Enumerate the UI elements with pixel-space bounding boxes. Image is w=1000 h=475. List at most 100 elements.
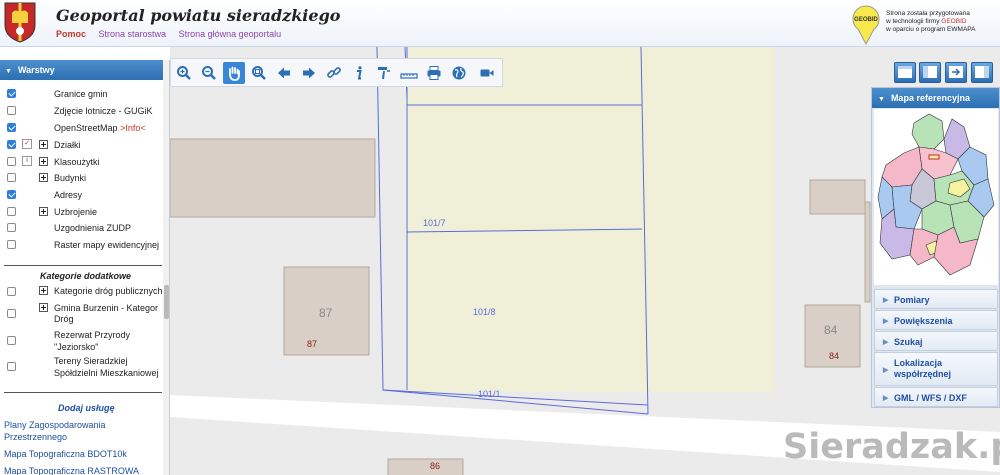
geobid-logo: GEOBID [852, 5, 880, 45]
layers-header[interactable]: ▼ Warstwy [0, 60, 163, 80]
building-number-84: 84 [824, 323, 838, 337]
building-right-edge[interactable] [864, 201, 871, 303]
expand-plus-icon[interactable] [39, 140, 48, 149]
header-nav: Pomoc Strona starostwa Strona główna geo… [56, 29, 291, 39]
expand-arrow-icon: ▶ [883, 318, 889, 325]
section-gml-wfs-dxf[interactable]: ▶ GML / WFS / DXF [874, 387, 998, 407]
expand-arrow-icon: ▶ [883, 395, 889, 402]
layer-label-line-1: Rezerwat Przyrody [54, 330, 131, 340]
collapse-triangle-icon: ▼ [878, 96, 885, 103]
section-lokalizacja[interactable]: ▶ Lokalizacja współrzędnej [874, 352, 998, 386]
help-link[interactable]: Pomoc [56, 29, 86, 39]
section-label: GML / WFS / DXF [894, 393, 967, 403]
credits-line-1: Strona została przygotowana [886, 10, 970, 17]
ref-current-view-marker [928, 154, 940, 160]
layer-label-line-1: Gmina Burzenin - Kategor [54, 303, 159, 313]
credits-line-2: w technologii firmy GEOBID [886, 18, 975, 26]
layer-label: Zdjęcie lotnicze - GUGiK [54, 106, 153, 116]
scrollbar-thumb[interactable] [164, 285, 169, 319]
reference-map[interactable] [874, 109, 998, 285]
checkbox[interactable] [7, 140, 16, 149]
section-pomiary[interactable]: ▶ Pomiary [874, 289, 998, 309]
layout-full-icon[interactable] [894, 62, 916, 83]
layer-label: Adresy [54, 190, 83, 200]
expand-plus-icon[interactable] [39, 207, 48, 216]
camera-icon[interactable] [476, 62, 498, 84]
parcel-label-101-8: 101/8 [473, 307, 496, 317]
geobid-logo-text: GEOBID [854, 17, 878, 23]
collapse-triangle-icon: ▼ [5, 68, 12, 75]
starostwo-link[interactable]: Strona starostwa [99, 29, 167, 39]
reference-map-title: Mapa referencyjna [890, 93, 970, 103]
building-left-top[interactable] [170, 138, 376, 218]
checkbox[interactable] [7, 123, 16, 132]
back-arrow-icon[interactable] [273, 62, 295, 84]
service-link-plany-line-1[interactable]: Plany Zagospodarowania [4, 420, 106, 430]
expand-plus-icon[interactable] [39, 173, 48, 182]
reference-map-canvas[interactable] [874, 109, 998, 285]
print-icon[interactable] [423, 62, 445, 84]
layer-label: Uzbrojenie [54, 207, 98, 217]
section-label: Powiększenia [894, 316, 953, 326]
checkbox[interactable] [7, 207, 16, 216]
checkbox[interactable] [7, 157, 16, 166]
map-toolbar [170, 58, 503, 87]
layout-left-icon[interactable] [919, 62, 941, 83]
left-panel: ▼ Warstwy Granice gmin Zdjęcie lotnicze -… [0, 60, 170, 475]
divider [4, 392, 162, 393]
watermark: Sieradzak.pl [783, 427, 1000, 467]
zoom-in-icon[interactable] [173, 62, 195, 84]
section-szukaj[interactable]: ▶ Szukaj [874, 331, 998, 351]
section-powiekszenia[interactable]: ▶ Powiększenia [874, 310, 998, 330]
building-86[interactable] [387, 458, 464, 475]
layer-label: Działki [54, 140, 81, 150]
checkbox[interactable] [7, 89, 16, 98]
zoom-out-icon[interactable] [198, 62, 220, 84]
layer-label: Uzgodnienia ZUDP [54, 223, 132, 233]
link-icon[interactable] [323, 62, 345, 84]
layout-export-icon[interactable] [945, 62, 967, 83]
layer-label-line-2: Dróg [54, 314, 74, 324]
service-link-rastrowa[interactable]: Mapa Topograficzna RASTROWA [4, 466, 139, 475]
layer-legend-icon[interactable]: ✓ [22, 139, 32, 149]
credits-line-2-text: w technologii firmy [886, 18, 940, 25]
service-link-plany-line-2[interactable]: Przestrzennego [4, 432, 67, 442]
section-label: Pomiary [894, 295, 930, 305]
expand-plus-icon[interactable] [39, 286, 48, 295]
forward-arrow-icon[interactable] [298, 62, 320, 84]
checkbox[interactable] [7, 173, 16, 182]
building-right-top[interactable] [809, 179, 866, 215]
layer-label: Klasoużytki [54, 157, 100, 167]
reference-map-header[interactable]: ▼ Mapa referencyjna [872, 88, 999, 108]
info-link[interactable]: >Info< [120, 123, 146, 133]
address-84: 84 [829, 351, 839, 361]
pan-hand-icon[interactable] [223, 62, 245, 84]
geoportal-home-link[interactable]: Strona główna geoportalu [179, 29, 282, 39]
checkbox[interactable] [7, 106, 16, 115]
layout-right-icon[interactable] [971, 62, 993, 83]
building-number-87: 87 [319, 306, 333, 320]
checkbox[interactable] [7, 362, 16, 371]
checkbox[interactable] [7, 223, 16, 232]
globe-icon[interactable] [448, 62, 470, 84]
section-label: Szukaj [894, 337, 923, 347]
expand-plus-icon[interactable] [39, 157, 48, 166]
service-link-bdot10k[interactable]: Mapa Topograficzna BDOT10k [4, 449, 127, 459]
expand-plus-icon[interactable] [39, 303, 48, 312]
layer-legend-icon[interactable]: i [22, 156, 32, 166]
left-panel-scrollbar[interactable] [163, 60, 169, 475]
checkbox[interactable] [7, 190, 16, 199]
expand-arrow-icon: ▶ [883, 339, 889, 346]
address-86: 86 [430, 461, 440, 471]
checkbox[interactable] [7, 336, 16, 345]
layer-label-text: OpenStreetMap [54, 123, 118, 133]
info-icon[interactable] [348, 62, 370, 84]
layer-label-line-1: Tereny Sieradzkiej [54, 356, 128, 366]
checkbox[interactable] [7, 287, 16, 296]
query-icon[interactable] [373, 62, 395, 84]
zoom-box-icon[interactable] [248, 62, 270, 84]
checkbox[interactable] [7, 240, 16, 249]
layer-label-line-2: Spółdzielni Mieszkaniowej [54, 368, 159, 378]
checkbox[interactable] [7, 309, 16, 318]
measure-ruler-icon[interactable] [398, 62, 420, 84]
